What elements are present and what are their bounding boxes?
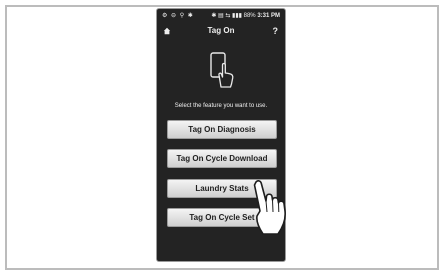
tag-phone-icon — [210, 52, 234, 88]
pointing-hand-icon — [253, 180, 286, 235]
status-time: 3:31 PM — [257, 13, 280, 19]
page-title: Tag On — [207, 26, 235, 35]
help-icon[interactable]: ? — [273, 23, 279, 39]
tag-on-cycle-download-button[interactable]: Tag On Cycle Download — [167, 149, 277, 168]
tag-on-diagnosis-button[interactable]: Tag On Diagnosis — [167, 120, 277, 139]
instruction-text: Select the feature you want to use. — [174, 103, 268, 109]
status-bar: ⚙ ⊖ ⚲ ✱ ✱ ▤ ⇆ ▮▮▮ 88% 3:31 PM — [157, 9, 285, 23]
status-left-icons: ⚙ ⊖ ⚲ ✱ — [162, 13, 194, 19]
status-right-icons: ✱ ▤ ⇆ ▮▮▮ 88% — [211, 13, 256, 19]
app-bar: Tag On ? — [157, 23, 285, 39]
status-right-group: ✱ ▤ ⇆ ▮▮▮ 88% 3:31 PM — [211, 9, 280, 23]
